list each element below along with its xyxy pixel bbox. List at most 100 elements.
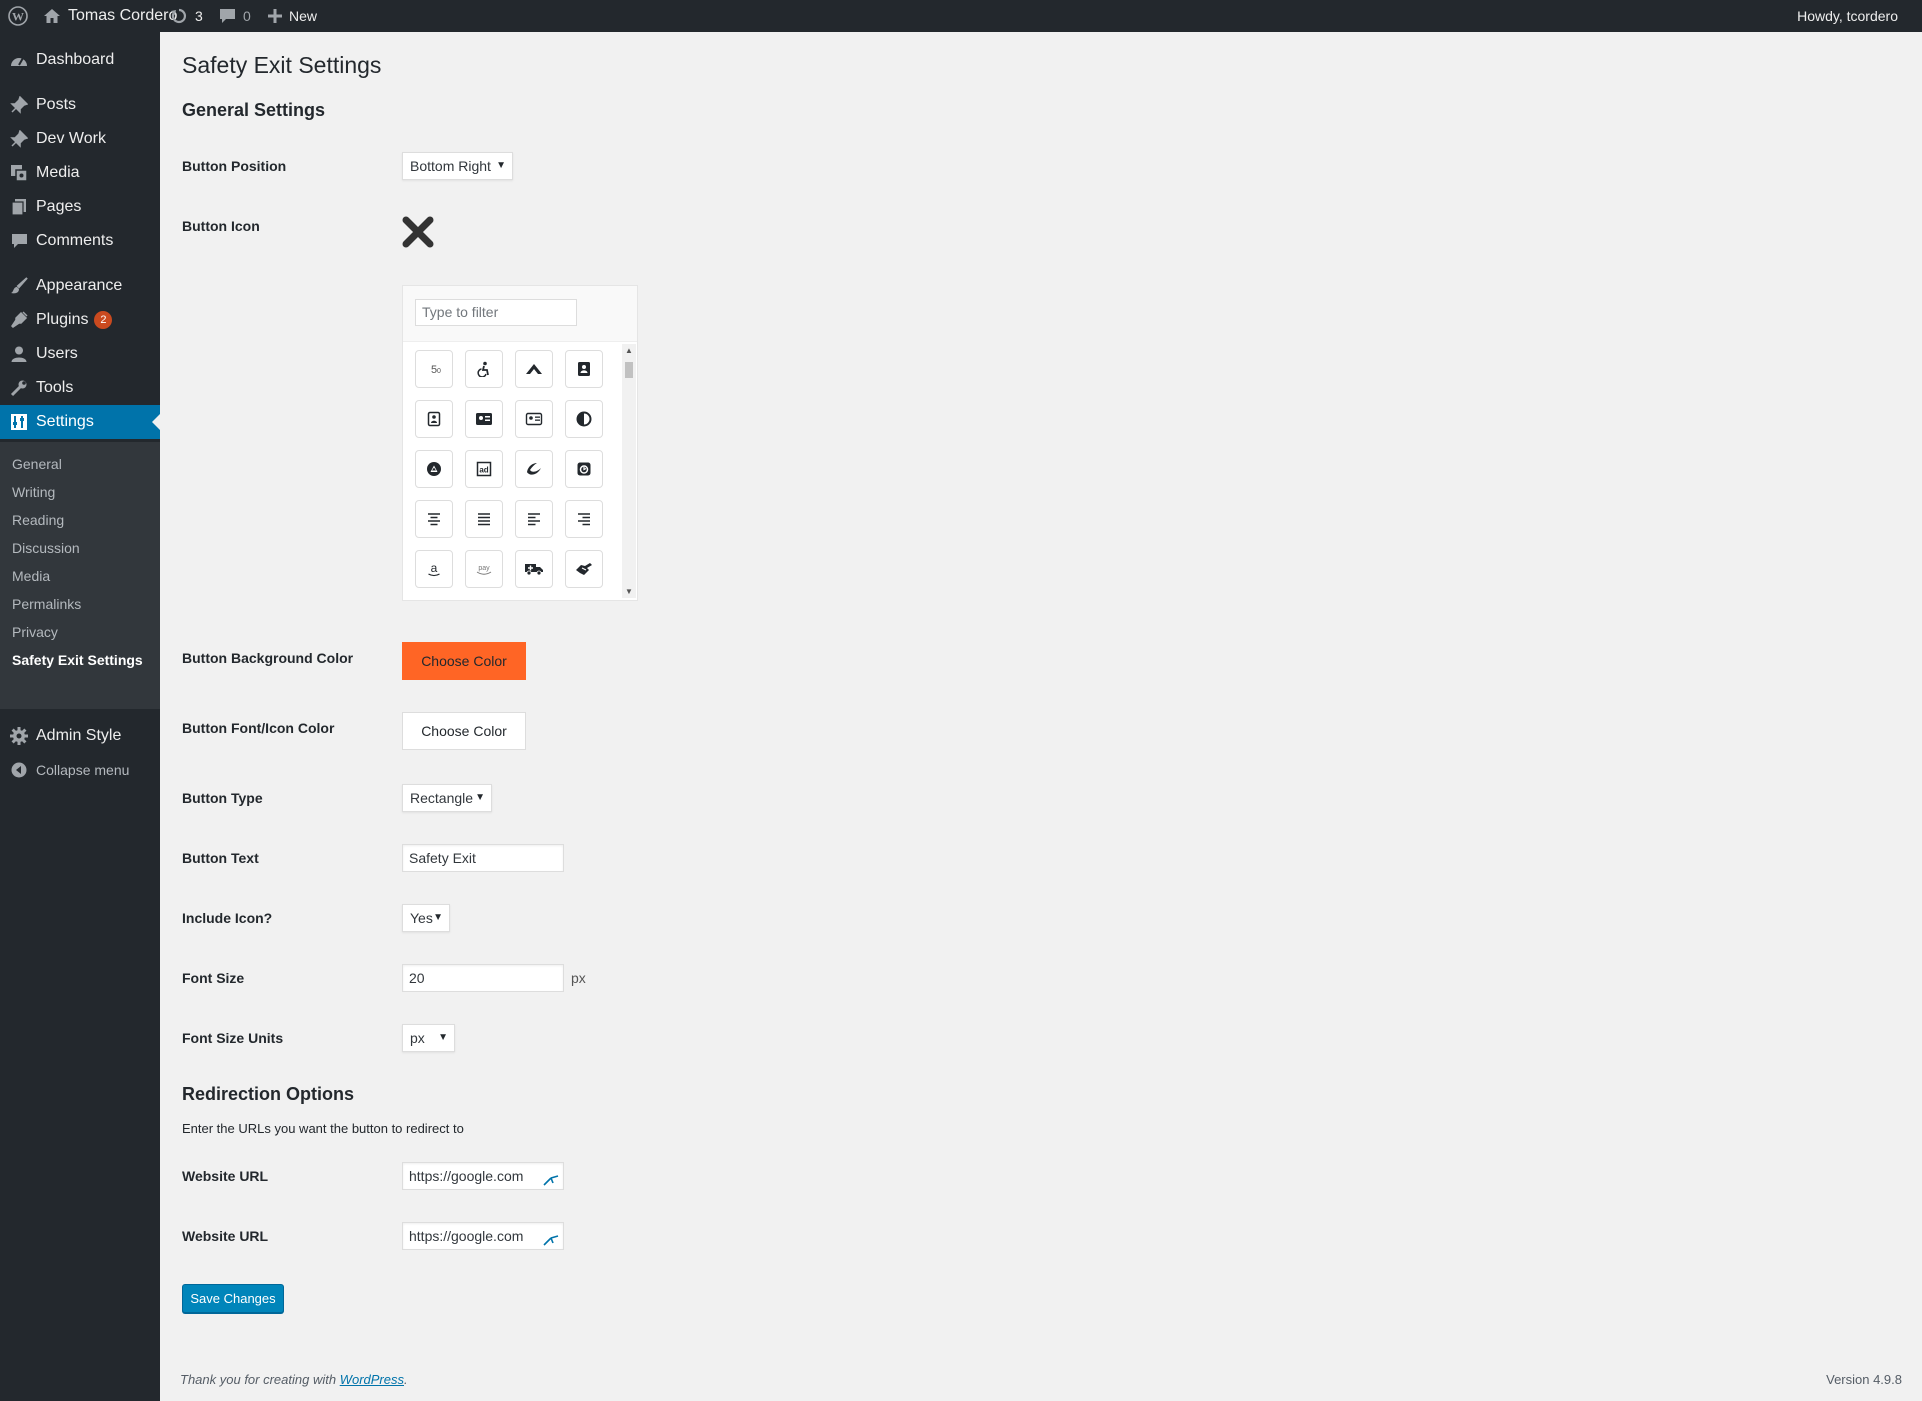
amazon-icon[interactable]: a xyxy=(415,550,453,588)
icon-picker: Type to filter 50 ad a pay ▲ ▼ xyxy=(402,285,638,601)
sidebar-item-users[interactable]: Users xyxy=(0,337,160,371)
address-card-solid-icon[interactable] xyxy=(465,400,503,438)
new-content-link[interactable]: New xyxy=(268,0,317,32)
accusoft-icon[interactable] xyxy=(515,350,553,388)
submenu-item-privacy[interactable]: Privacy xyxy=(12,624,58,640)
font-size-input[interactable]: 20 xyxy=(402,964,564,992)
sidebar-item-dashboard[interactable]: Dashboard xyxy=(0,43,160,77)
link-icon[interactable] xyxy=(543,1168,559,1194)
comments-link[interactable]: 0 xyxy=(219,0,251,32)
font-size-units-value: px xyxy=(410,1030,425,1046)
accessible-icon[interactable] xyxy=(465,350,503,388)
wordpress-logo-icon[interactable]: W xyxy=(8,0,28,32)
sidebar-item-label: Pages xyxy=(36,198,82,215)
submenu-item-writing[interactable]: Writing xyxy=(12,484,55,500)
website-url-value: https://google.com xyxy=(409,1168,524,1184)
include-icon-label: Include Icon? xyxy=(182,910,273,926)
address-card-icon[interactable] xyxy=(415,400,453,438)
submenu-item-media[interactable]: Media xyxy=(12,568,50,584)
update-count-badge: 2 xyxy=(94,310,113,329)
include-icon-value: Yes xyxy=(410,910,433,926)
button-text-label: Button Text xyxy=(182,850,259,866)
website-url-label: Website URL xyxy=(182,1228,269,1244)
sidebar-item-posts[interactable]: Posts xyxy=(0,88,160,122)
icon-filter-input[interactable]: Type to filter xyxy=(415,299,577,326)
svg-text:a: a xyxy=(431,561,438,575)
site-name-link[interactable]: Tomas Cordero xyxy=(43,0,177,32)
algolia-icon[interactable] xyxy=(565,450,603,488)
scroll-down-arrow-icon[interactable]: ▼ xyxy=(625,587,633,596)
link-icon[interactable] xyxy=(543,1228,559,1254)
scroll-up-arrow-icon[interactable]: ▲ xyxy=(625,346,633,355)
sidebar-item-comments[interactable]: Comments xyxy=(0,224,160,258)
sidebar-item-appearance[interactable]: Appearance xyxy=(0,269,160,303)
500px-icon[interactable]: 50 xyxy=(415,350,453,388)
sidebar-item-settings[interactable]: Settings xyxy=(0,405,160,439)
button-text-input[interactable]: Safety Exit xyxy=(402,844,564,872)
general-settings-heading: General Settings xyxy=(182,100,326,120)
align-center-icon[interactable] xyxy=(415,500,453,538)
submenu-item-discussion[interactable]: Discussion xyxy=(12,540,80,556)
svg-text:W: W xyxy=(12,10,24,24)
align-justify-icon[interactable] xyxy=(465,500,503,538)
affiliatetheme-icon[interactable] xyxy=(515,450,553,488)
save-changes-button[interactable]: Save Changes xyxy=(182,1284,284,1313)
font-size-units-select[interactable]: px ▼ xyxy=(402,1024,455,1052)
collapse-arrow-icon xyxy=(9,760,29,780)
new-label: New xyxy=(289,8,318,24)
svg-text:0: 0 xyxy=(437,368,441,375)
include-icon-select[interactable]: Yes ▼ xyxy=(402,904,450,932)
footer-thanks: Thank you for creating with WordPress. xyxy=(180,1372,408,1387)
align-left-icon[interactable] xyxy=(515,500,553,538)
comment-icon xyxy=(9,231,29,251)
updates-link[interactable]: 3 xyxy=(170,0,203,32)
website-url-input[interactable]: https://google.com xyxy=(402,1222,564,1250)
icon-picker-scrollbar[interactable]: ▲ ▼ xyxy=(622,344,636,598)
background-color-label: Button Background Color xyxy=(182,650,354,666)
sidebar-item-admin-style[interactable]: Admin Style xyxy=(0,719,160,753)
website-url-input[interactable]: https://google.com xyxy=(402,1162,564,1190)
adjust-icon[interactable] xyxy=(565,400,603,438)
american-sign-language-icon[interactable] xyxy=(565,550,603,588)
sidebar-item-pages[interactable]: Pages xyxy=(0,190,160,224)
account-menu[interactable]: Howdy, tcordero xyxy=(1797,0,1898,32)
amazon-pay-icon[interactable]: pay xyxy=(465,550,503,588)
sidebar-item-label: Settings xyxy=(36,413,94,430)
button-type-select[interactable]: Rectangle ▼ xyxy=(402,784,492,812)
svg-text:ad: ad xyxy=(479,466,488,475)
submenu-item-permalinks[interactable]: Permalinks xyxy=(12,596,81,612)
footer-thanks-prefix: Thank you for creating with xyxy=(180,1372,340,1387)
admin-sidebar: Dashboard Posts Dev Work Media Pages Com… xyxy=(0,32,160,1401)
font-icon-color-button[interactable]: Choose Color xyxy=(402,712,526,750)
scrollbar-thumb[interactable] xyxy=(625,362,633,378)
sidebar-item-label: Dev Work xyxy=(36,130,106,147)
sidebar-item-tools[interactable]: Tools xyxy=(0,371,160,405)
background-color-button[interactable]: Choose Color xyxy=(402,642,526,680)
page-title: Safety Exit Settings xyxy=(182,52,382,78)
submenu-item-reading[interactable]: Reading xyxy=(12,512,64,528)
sidebar-item-media[interactable]: Media xyxy=(0,156,160,190)
id-card-icon[interactable] xyxy=(515,400,553,438)
submenu-item-safety-exit-settings[interactable]: Safety Exit Settings xyxy=(12,652,143,668)
adn-icon[interactable] xyxy=(415,450,453,488)
sidebar-item-label: Media xyxy=(36,164,80,181)
wordpress-link[interactable]: WordPress xyxy=(340,1372,404,1387)
ambulance-icon[interactable] xyxy=(515,550,553,588)
site-name: Tomas Cordero xyxy=(68,7,178,24)
submenu-item-general[interactable]: General xyxy=(12,456,62,472)
address-book-icon[interactable] xyxy=(565,350,603,388)
sidebar-item-dev-work[interactable]: Dev Work xyxy=(0,122,160,156)
collapse-menu-button[interactable]: Collapse menu xyxy=(0,753,160,787)
chevron-down-icon: ▼ xyxy=(433,912,443,923)
plugin-icon xyxy=(9,310,29,330)
wrench-icon xyxy=(9,378,29,398)
adversal-icon[interactable]: ad xyxy=(465,450,503,488)
plus-icon xyxy=(268,9,282,23)
sidebar-item-plugins[interactable]: Plugins 2 xyxy=(0,303,160,337)
button-position-value: Bottom Right xyxy=(410,158,491,174)
align-right-icon[interactable] xyxy=(565,500,603,538)
button-position-select[interactable]: Bottom Right ▼ xyxy=(402,152,513,180)
sidebar-item-label: Users xyxy=(36,345,78,362)
sidebar-item-label: Plugins xyxy=(36,311,89,329)
close-icon xyxy=(402,216,434,248)
